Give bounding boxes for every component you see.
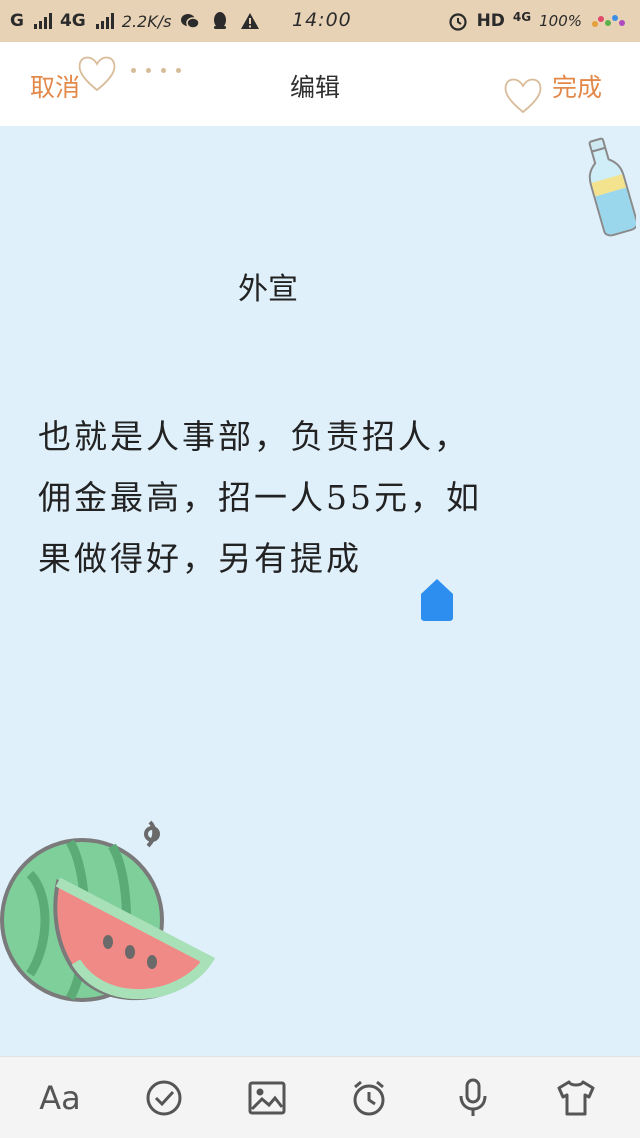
shirt-icon: [557, 1080, 595, 1116]
insert-image-button[interactable]: [244, 1075, 290, 1121]
image-icon: [248, 1081, 286, 1115]
reminder-button[interactable]: [346, 1075, 392, 1121]
carrier-label: G: [10, 11, 24, 31]
note-body[interactable]: 也就是人事部，负责招人， 佣金最高，招一人55元，如 果做得好，另有提成: [38, 406, 598, 589]
signal-icon: [33, 13, 52, 29]
wechat-icon: [179, 10, 201, 32]
dots-decoration: [131, 68, 181, 73]
done-button[interactable]: 完成: [552, 68, 602, 104]
signal-icon-2: [95, 13, 114, 29]
network-label: 4G: [59, 11, 86, 31]
bottle-icon: [588, 137, 636, 237]
net-speed: 2.2K/s: [121, 11, 172, 31]
qq-icon: [209, 10, 231, 32]
theme-button[interactable]: [553, 1075, 599, 1121]
note-line: 果做得好，另有提成: [38, 539, 362, 578]
page-title: 编辑: [290, 73, 341, 102]
note-title[interactable]: 外宣: [238, 264, 298, 308]
alarm-icon: [447, 10, 469, 32]
note-editor[interactable]: 外宣 也就是人事部，负责招人， 佣金最高，招一人55元，如 果做得好，另有提成: [0, 126, 640, 1056]
font-icon: Aa: [39, 1079, 81, 1117]
warning-icon: [239, 10, 261, 32]
font-button[interactable]: Aa: [37, 1075, 83, 1121]
cancel-button[interactable]: 取消: [30, 68, 80, 104]
voice-button[interactable]: [450, 1075, 496, 1121]
bottom-toolbar: Aa: [0, 1056, 640, 1138]
alarm-clock-icon: [353, 1080, 385, 1116]
note-line: 佣金最高，招一人55元，如: [38, 478, 482, 517]
title-bar: 取消 编辑 完成: [0, 42, 640, 126]
status-bar: G 4G 2.2K/s 14:00 HD 4G 100%: [0, 0, 640, 42]
network-label-2: 4G: [512, 10, 532, 24]
heart-doodle-icon-right: [504, 78, 542, 114]
text-cursor-handle[interactable]: [419, 578, 455, 622]
hd-label: HD: [476, 11, 505, 31]
watermelon-icon: [0, 820, 216, 1002]
heart-doodle-icon: [78, 56, 116, 92]
checklist-button[interactable]: [141, 1075, 187, 1121]
clock: 14:00: [292, 9, 352, 31]
check-circle-icon: [146, 1080, 182, 1116]
microphone-icon: [459, 1078, 487, 1116]
note-line: 也就是人事部，负责招人，: [38, 417, 470, 456]
battery-icon: [590, 10, 630, 32]
battery-percent: 100%: [539, 12, 582, 30]
